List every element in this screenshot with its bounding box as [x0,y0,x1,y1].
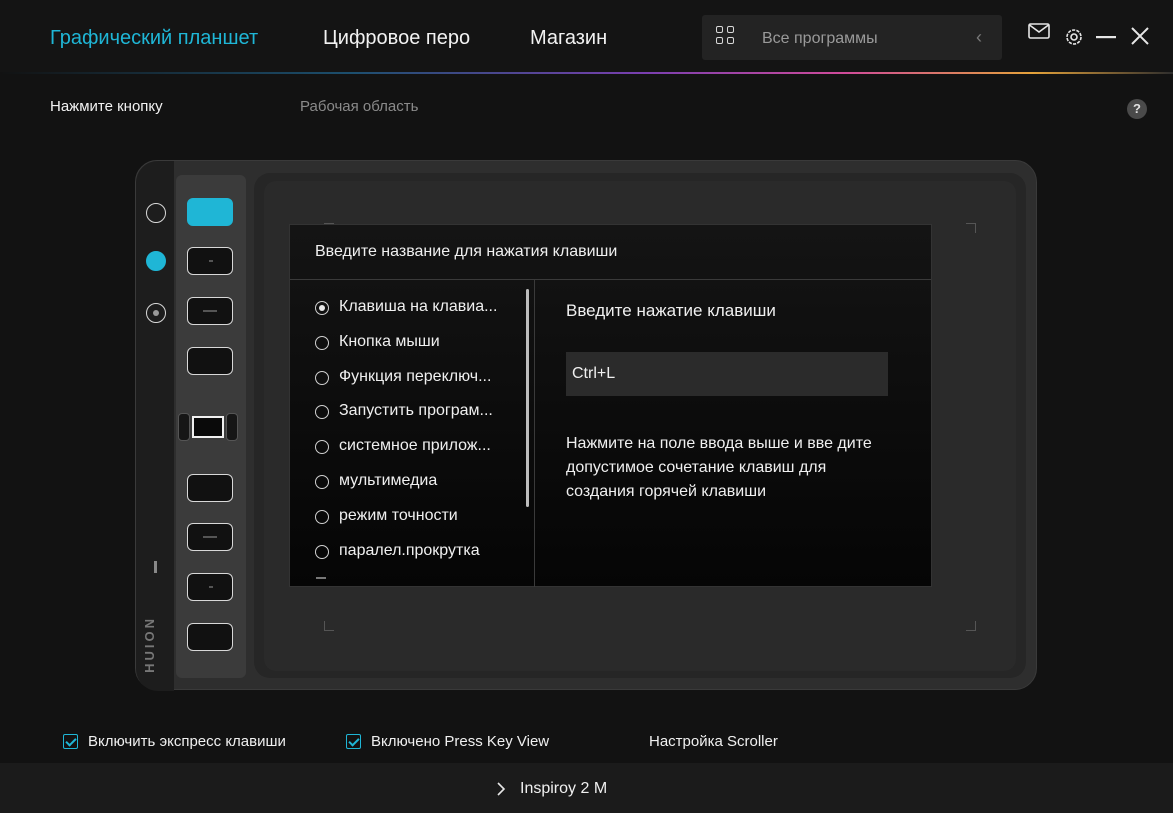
side-button-3[interactable] [146,303,166,323]
all-programs-selector[interactable]: Все программы ‹ [702,15,1002,60]
options-scrollbar[interactable] [526,289,529,507]
mail-icon[interactable] [1028,23,1050,39]
radio [315,405,329,419]
option-cut-off [316,577,326,579]
radio-checked [315,301,329,315]
radio [315,440,329,454]
settings-icon[interactable] [1064,27,1084,47]
grid-icon [716,26,734,44]
option-label: паралел.прокрутка [339,542,480,559]
minimize-icon[interactable] [1096,35,1116,39]
option-label: режим точности [339,507,458,524]
scroll-wheel[interactable] [178,411,238,443]
device-name-label: Inspiroy 2 M [520,780,608,797]
side-button-2[interactable] [146,251,166,271]
tab-store[interactable]: Магазин [530,27,607,50]
option-label: мультимедиа [339,472,438,489]
corner-mark [966,621,976,631]
dialog-title: Введите название для нажатия клавиши [315,243,618,260]
indicator-led [154,561,157,573]
dialog-header: Введите название для нажатия клавиши [290,225,931,280]
all-programs-label: Все программы [762,30,878,47]
wheel-center [192,416,224,438]
radio [315,545,329,559]
scroller-settings-link[interactable]: Настройка Scroller [649,733,778,750]
chevron-right-icon [497,782,506,796]
keystroke-input[interactable] [566,352,888,396]
express-key-7[interactable] [187,573,233,601]
checkbox-checked [346,734,361,749]
express-key-6[interactable] [187,523,233,551]
subtab-work-area[interactable]: Рабочая область [300,98,418,115]
express-key-4[interactable] [187,347,233,375]
wheel-right [226,413,238,441]
corner-mark [324,621,334,631]
tab-digital-pen[interactable]: Цифровое перо [323,27,470,50]
wheel-left [178,413,190,441]
device-footer: Inspiroy 2 M [0,763,1173,813]
dialog-divider [534,280,535,587]
option-label: Кнопка мыши [339,333,440,350]
side-button-1[interactable] [146,203,166,223]
radio [315,336,329,350]
option-label: Клавиша на клавиа... [339,298,498,315]
express-key-1[interactable] [187,198,233,226]
express-key-5[interactable] [187,474,233,502]
option-label: Функция переключ... [339,368,492,385]
subtab-press-button[interactable]: Нажмите кнопку [50,98,163,115]
radio [315,371,329,385]
checkbox-label: Включено Press Key View [371,733,550,750]
radio [315,475,329,489]
option-label: системное прилож... [339,437,491,454]
radio [315,510,329,524]
tablet-side-panel: HUION [136,161,174,691]
corner-mark [966,223,976,233]
close-icon[interactable] [1131,27,1149,45]
express-key-2[interactable] [187,247,233,275]
key-assignment-dialog: Введите название для нажатия клавиши Кла… [289,224,932,587]
help-button[interactable]: ? [1127,99,1147,119]
option-label: Запустить програм... [339,402,493,419]
express-key-8[interactable] [187,623,233,651]
keystroke-hint: Нажмите на поле ввода выше и вве дите до… [566,435,872,500]
top-bar: Графический планшет Цифровое перо Магази… [0,0,1173,74]
keystroke-label: Введите нажатие клавиши [566,301,776,320]
tab-graphic-tablet[interactable]: Графический планшет [50,27,258,50]
chevron-left-icon[interactable]: ‹ [976,27,982,48]
huion-logo: HUION [142,616,157,673]
checkbox-checked [63,734,78,749]
express-key-3[interactable] [187,297,233,325]
accent-divider [0,72,1173,74]
checkbox-label: Включить экспресс клавиши [88,733,286,750]
